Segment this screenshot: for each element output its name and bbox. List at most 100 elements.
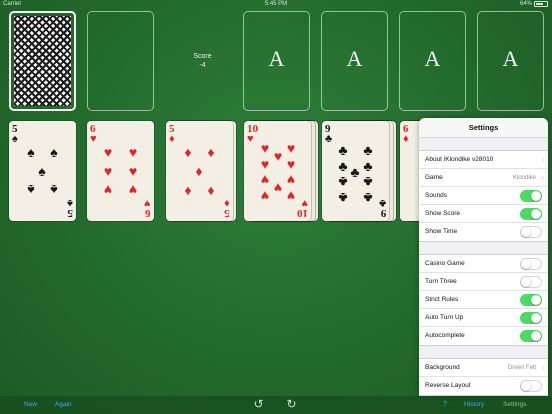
undo-icon[interactable]: ↺ <box>252 398 265 411</box>
autocomplete-label: Autocomplete <box>425 332 465 339</box>
turn-three-toggle[interactable] <box>520 276 542 288</box>
chevron-right-icon: › <box>541 155 544 164</box>
history-button[interactable]: History <box>464 396 484 414</box>
foundation-4[interactable]: A <box>477 11 544 111</box>
heart-pip: ♥ <box>103 163 113 179</box>
spade-pip: ♠ <box>27 144 35 160</box>
about-label: About iKlondike v28010 <box>425 156 494 163</box>
tableau-card-4[interactable]: 10 ♥ ♥ ♥ ♥ ♥ ♥ ♥ ♥ ♥ ♥ ♥ 10 ♥ <box>244 121 311 221</box>
show-time-toggle[interactable] <box>520 226 542 238</box>
settings-group-general: About iKlondike v28010 › Game Klondike ›… <box>419 150 548 242</box>
show-score-toggle[interactable] <box>520 208 542 220</box>
casino-game-row: Casino Game <box>419 255 548 273</box>
foundation-3[interactable]: A <box>399 11 466 111</box>
reverse-layout-row: Reverse Layout <box>419 377 548 395</box>
club-pip: ♣ <box>338 174 348 190</box>
settings-title: Settings <box>419 118 548 138</box>
reverse-layout-toggle[interactable] <box>520 380 542 392</box>
club-pip: ♣ <box>350 164 360 180</box>
tableau-card-2[interactable]: 6 ♥ ♥ ♥ ♥ ♥ ♥ ♥ 6 ♥ <box>87 121 154 221</box>
club-pip: ♣ <box>363 190 373 206</box>
club-pip: ♣ <box>338 142 348 158</box>
heart-pip: ♥ <box>273 148 283 164</box>
club-pip: ♣ <box>363 174 373 190</box>
card-corner: 5 ♦ <box>169 123 175 145</box>
background-value: Green Felt <box>507 365 536 371</box>
battery-indicator: 64% <box>520 1 548 7</box>
heart-pip: ♥ <box>128 182 138 198</box>
spade-pip: ♠ <box>50 144 58 160</box>
chevron-right-icon: › <box>541 173 544 182</box>
foundation-4-label: A <box>502 46 519 71</box>
heart-pip: ♥ <box>103 182 113 198</box>
heart-pip: ♥ <box>103 144 113 160</box>
card-corner: 6 ♥ <box>90 123 97 145</box>
sounds-label: Sounds <box>425 192 448 199</box>
help-button[interactable]: ? <box>443 396 447 414</box>
redo-icon[interactable]: ↻ <box>285 398 298 411</box>
background-label: Background <box>425 364 460 371</box>
casino-game-toggle[interactable] <box>520 258 542 270</box>
settings-group-rules: Casino Game Turn Three Strict Rules Auto… <box>419 254 548 346</box>
heart-pip: ♥ <box>128 163 138 179</box>
settings-panel: Settings About iKlondike v28010 › Game K… <box>419 118 548 396</box>
heart-pip: ♥ <box>286 140 296 156</box>
reverse-layout-label: Reverse Layout <box>425 382 471 389</box>
sounds-row: Sounds <box>419 187 548 205</box>
game-label: Game <box>425 174 443 181</box>
foundation-2[interactable]: A <box>321 11 388 111</box>
tableau-card-3[interactable]: 5 ♦ ♦ ♦ ♦ ♦ ♦ 5 ♦ <box>166 121 233 221</box>
settings-group-appearance: Background Green Felt › Reverse Layout <box>419 358 548 396</box>
background-row[interactable]: Background Green Felt › <box>419 359 548 377</box>
heart-pip: ♥ <box>273 180 283 196</box>
strict-rules-label: Strict Rules <box>425 296 459 303</box>
heart-pip: ♥ <box>260 140 270 156</box>
autocomplete-row: Autocomplete <box>419 327 548 345</box>
new-game-button[interactable]: New <box>24 396 37 414</box>
tableau-card-1[interactable]: 5 ♠ ♠ ♠ ♠ ♠ ♠ 5 ♠ <box>9 121 76 221</box>
diamond-pip: ♦ <box>195 163 203 179</box>
diamond-pip: ♦ <box>207 182 215 198</box>
auto-turn-up-row: Auto Turn Up <box>419 309 548 327</box>
battery-icon <box>534 1 548 7</box>
foundation-1[interactable]: A <box>243 11 310 111</box>
diamond-pip: ♦ <box>184 144 192 160</box>
turn-three-label: Turn Three <box>425 278 457 285</box>
auto-turn-up-label: Auto Turn Up <box>425 314 464 321</box>
waste-pile[interactable] <box>87 11 154 111</box>
card-corner: 9 ♣ <box>378 197 386 219</box>
diamond-pip: ♦ <box>207 144 215 160</box>
show-score-row: Show Score <box>419 205 548 223</box>
stock-pile[interactable] <box>9 11 76 111</box>
tableau-card-5[interactable]: 9 ♣ ♣ ♣ ♣ ♣ ♣ ♣ ♣ ♣ ♣ 9 ♣ <box>322 121 389 221</box>
again-button[interactable]: Again <box>55 396 72 414</box>
show-score-label: Show Score <box>425 210 461 217</box>
card-corner: 5 ♠ <box>67 197 73 219</box>
spade-pip: ♠ <box>50 182 58 198</box>
card-corner: 6♦ <box>403 123 409 145</box>
foundation-2-label: A <box>346 46 363 71</box>
autocomplete-toggle[interactable] <box>520 330 542 342</box>
diamond-pip: ♦ <box>184 182 192 198</box>
strict-rules-toggle[interactable] <box>520 294 542 306</box>
heart-pip: ♥ <box>260 188 270 204</box>
sounds-toggle[interactable] <box>520 190 542 202</box>
auto-turn-up-toggle[interactable] <box>520 312 542 324</box>
about-row[interactable]: About iKlondike v28010 › <box>419 151 548 169</box>
foundation-1-label: A <box>268 46 285 71</box>
card-corner: 6 ♥ <box>144 197 151 219</box>
settings-button[interactable]: Settings <box>503 396 527 414</box>
card-corner: 10 ♥ <box>297 197 308 219</box>
foundation-3-label: A <box>424 46 441 71</box>
heart-pip: ♥ <box>286 172 296 188</box>
turn-three-row: Turn Three <box>419 273 548 291</box>
card-corner: 5 ♦ <box>224 197 230 219</box>
game-value: Klondike <box>512 175 536 181</box>
spade-pip: ♠ <box>38 163 46 179</box>
card-corner: 5 ♠ <box>12 123 18 145</box>
card-corner: 10 ♥ <box>247 123 258 145</box>
club-pip: ♣ <box>363 142 373 158</box>
status-bar: Carrier 5:45 PM 64% <box>0 0 552 10</box>
show-time-label: Show Time <box>425 228 458 235</box>
game-row[interactable]: Game Klondike › <box>419 169 548 187</box>
